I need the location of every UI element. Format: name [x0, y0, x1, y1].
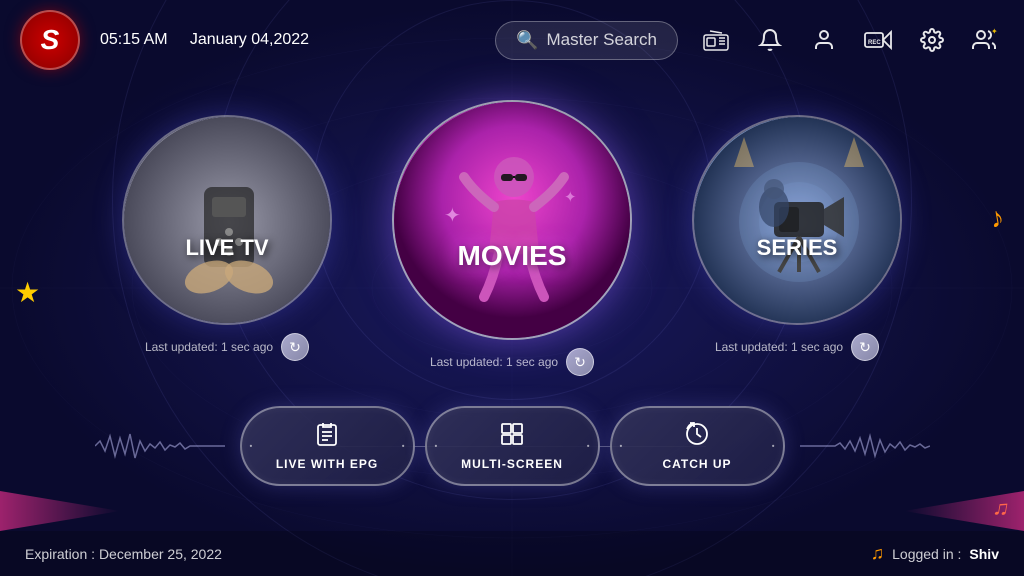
radio-icon[interactable]	[698, 22, 734, 58]
gear-svg	[920, 28, 944, 52]
bell-svg	[758, 28, 782, 52]
svg-text:REC: REC	[868, 40, 881, 46]
live-tv-card[interactable]: LIVE TV	[122, 115, 332, 325]
svg-text:✦: ✦	[564, 189, 577, 206]
movies-footer: Last updated: 1 sec ago ↻	[430, 348, 594, 376]
movies-refresh[interactable]: ↻	[566, 348, 594, 376]
clock-rewind-icon	[684, 421, 710, 447]
search-icon: 🔍	[516, 30, 538, 51]
series-illustration	[694, 117, 900, 323]
series-refresh[interactable]: ↻	[851, 333, 879, 361]
series-background	[694, 117, 900, 323]
series-card[interactable]: SERIES	[692, 115, 902, 325]
logged-in-label: Logged in :	[892, 546, 961, 562]
search-bar[interactable]: 🔍 Master Search	[495, 21, 678, 60]
expiration-info: Expiration : December 25, 2022	[25, 546, 222, 562]
radio-svg	[702, 29, 730, 51]
record-icon[interactable]: REC	[860, 22, 896, 58]
live-epg-label: LIVE WITH EPG	[276, 457, 378, 471]
expiration-label: Expiration :	[25, 546, 95, 562]
profile-icon[interactable]	[806, 22, 842, 58]
live-tv-background	[124, 117, 330, 323]
svg-text:✦: ✦	[991, 28, 998, 36]
live-tv-refresh[interactable]: ↻	[281, 333, 309, 361]
time-display: 05:15 AM	[100, 31, 168, 48]
username-display: Shiv	[969, 546, 999, 562]
logged-in-info: ♫ Logged in : Shiv	[871, 543, 999, 564]
clipboard-icon	[314, 421, 340, 447]
date-display: January 04,2022	[190, 31, 309, 48]
catch-up-button[interactable]: CATCH UP	[610, 406, 785, 486]
users-svg: ✦	[972, 28, 1000, 52]
live-epg-icon	[314, 421, 340, 453]
live-tv-card-wrapper: LIVE TV Last updated: 1 sec ago ↻	[122, 115, 332, 361]
waveform-right	[800, 426, 930, 466]
waveform-left	[95, 426, 225, 466]
status-bar: Expiration : December 25, 2022 ♫ Logged …	[0, 531, 1024, 576]
waveform-left-svg	[95, 426, 225, 466]
cards-row: LIVE TV Last updated: 1 sec ago ↻	[122, 100, 902, 376]
live-tv-footer: Last updated: 1 sec ago ↻	[145, 333, 309, 361]
music-note-status: ♫	[871, 543, 885, 564]
catch-up-icon	[684, 421, 710, 453]
live-tv-label: LIVE TV	[124, 235, 330, 261]
live-tv-updated: Last updated: 1 sec ago	[145, 340, 273, 354]
svg-text:✦: ✦	[444, 205, 461, 227]
bottom-buttons: LIVE WITH EPG MULTI-SCREEN	[235, 406, 790, 486]
movies-card[interactable]: ✦ ✦ MOVIES	[392, 100, 632, 340]
movies-updated: Last updated: 1 sec ago	[430, 355, 558, 369]
logo-container[interactable]: S	[20, 10, 80, 70]
datetime-display: 05:15 AM January 04,2022	[100, 31, 309, 49]
live-epg-button[interactable]: LIVE WITH EPG	[240, 406, 415, 486]
multi-screen-icon	[499, 421, 525, 453]
series-card-wrapper: SERIES Last updated: 1 sec ago ↻	[692, 115, 902, 361]
user-svg	[812, 28, 836, 52]
app-logo[interactable]: S	[20, 10, 80, 70]
movies-label: MOVIES	[394, 240, 630, 272]
live-tv-illustration	[124, 117, 330, 323]
users-icon[interactable]: ✦	[968, 22, 1004, 58]
main-content: LIVE TV Last updated: 1 sec ago ↻	[0, 80, 1024, 526]
series-updated: Last updated: 1 sec ago	[715, 340, 843, 354]
nav-icons: REC ✦	[698, 22, 1004, 58]
waveform-right-svg	[800, 426, 930, 466]
movies-background: ✦ ✦	[394, 102, 630, 338]
catch-up-label: CATCH UP	[662, 457, 731, 471]
movies-card-wrapper: ✦ ✦ MOVIES Last updated: 1 sec ago ↻	[392, 100, 632, 376]
settings-icon[interactable]	[914, 22, 950, 58]
expiration-date: December 25, 2022	[99, 546, 222, 562]
multi-screen-button[interactable]: MULTI-SCREEN	[425, 406, 600, 486]
search-placeholder: Master Search	[546, 30, 657, 50]
record-svg: REC	[864, 29, 892, 51]
grid-icon	[499, 421, 525, 447]
series-label: SERIES	[694, 235, 900, 261]
series-footer: Last updated: 1 sec ago ↻	[715, 333, 879, 361]
multi-screen-label: MULTI-SCREEN	[461, 457, 563, 471]
header: S 05:15 AM January 04,2022 🔍 Master Sear…	[0, 0, 1024, 80]
movies-illustration: ✦ ✦	[394, 102, 630, 338]
notification-icon[interactable]	[752, 22, 788, 58]
